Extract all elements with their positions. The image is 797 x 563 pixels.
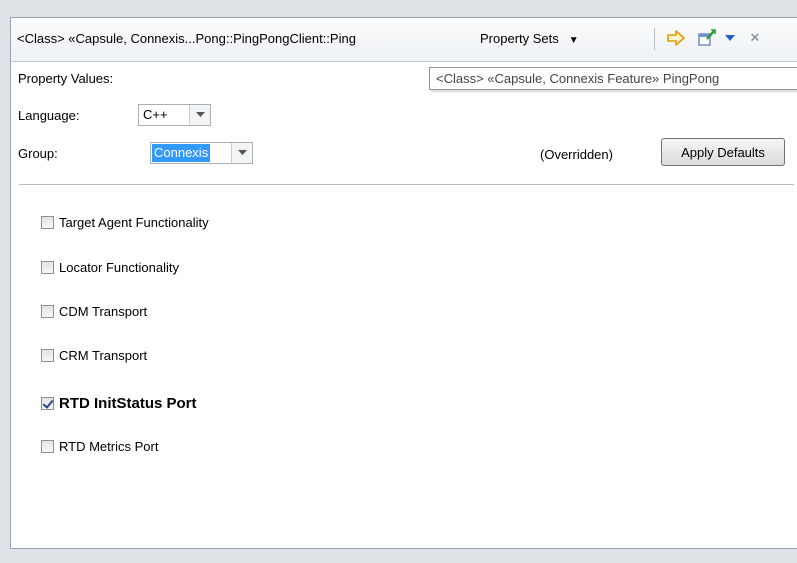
tooltip-text: <Class> «Capsule, Connexis Feature» Ping… bbox=[436, 71, 720, 86]
chevron-down-icon: ▼ bbox=[568, 35, 579, 46]
checkbox-box[interactable] bbox=[41, 397, 54, 410]
checkbox-label: Locator Functionality bbox=[59, 260, 179, 275]
property-values-label: Property Values: bbox=[18, 71, 114, 86]
group-value: Connexis bbox=[152, 144, 211, 162]
checkbox-box[interactable] bbox=[41, 261, 54, 274]
language-combo[interactable]: C++ bbox=[138, 104, 211, 126]
checkbox-box[interactable] bbox=[41, 216, 54, 229]
group-combo[interactable]: Connexis bbox=[150, 142, 253, 164]
toolbar-separator bbox=[654, 28, 655, 50]
property-sets-label: Property Sets bbox=[480, 31, 559, 46]
overridden-label: (Overridden) bbox=[540, 147, 613, 162]
checkbox-label: CRM Transport bbox=[59, 348, 148, 363]
group-label: Group: bbox=[18, 146, 58, 161]
checkbox-box[interactable] bbox=[41, 305, 54, 318]
apply-defaults-button[interactable]: Apply Defaults bbox=[661, 138, 785, 166]
chevron-down-icon[interactable] bbox=[231, 143, 252, 163]
separator bbox=[19, 184, 794, 185]
property-sets-view: <Class> «Capsule, Connexis...Pong::PingP… bbox=[10, 17, 797, 549]
language-label: Language: bbox=[18, 108, 80, 123]
forward-arrow-icon[interactable] bbox=[665, 27, 687, 49]
chevron-down-icon[interactable] bbox=[189, 105, 210, 125]
checkbox-target-agent-functionality[interactable]: Target Agent Functionality bbox=[41, 215, 209, 230]
checkbox-label: RTD Metrics Port bbox=[59, 439, 159, 454]
view-title: <Class> «Capsule, Connexis...Pong::PingP… bbox=[17, 31, 356, 46]
checkbox-label: RTD InitStatus Port bbox=[59, 395, 197, 412]
view-titlebar: <Class> «Capsule, Connexis...Pong::PingP… bbox=[11, 18, 797, 62]
property-sets-dropdown[interactable]: Property Sets ▼ bbox=[480, 31, 579, 46]
checkbox-locator-functionality[interactable]: Locator Functionality bbox=[41, 260, 179, 275]
checkbox-rtd-initstatus-port[interactable]: RTD InitStatus Port bbox=[41, 395, 197, 412]
pin-edit-icon[interactable] bbox=[696, 27, 718, 49]
checkbox-box[interactable] bbox=[41, 349, 54, 362]
title-tooltip: <Class> «Capsule, Connexis Feature» Ping… bbox=[429, 67, 797, 90]
language-value: C++ bbox=[143, 107, 168, 122]
checkbox-rtd-metrics-port[interactable]: RTD Metrics Port bbox=[41, 439, 158, 454]
checkbox-box[interactable] bbox=[41, 440, 54, 453]
checkbox-cdm-transport[interactable]: CDM Transport bbox=[41, 304, 147, 319]
checkbox-label: Target Agent Functionality bbox=[59, 215, 209, 230]
checkbox-crm-transport[interactable]: CRM Transport bbox=[41, 348, 147, 363]
checkbox-label: CDM Transport bbox=[59, 304, 148, 319]
view-menu-icon[interactable] bbox=[721, 27, 739, 49]
close-icon[interactable]: ✕ bbox=[745, 27, 765, 49]
